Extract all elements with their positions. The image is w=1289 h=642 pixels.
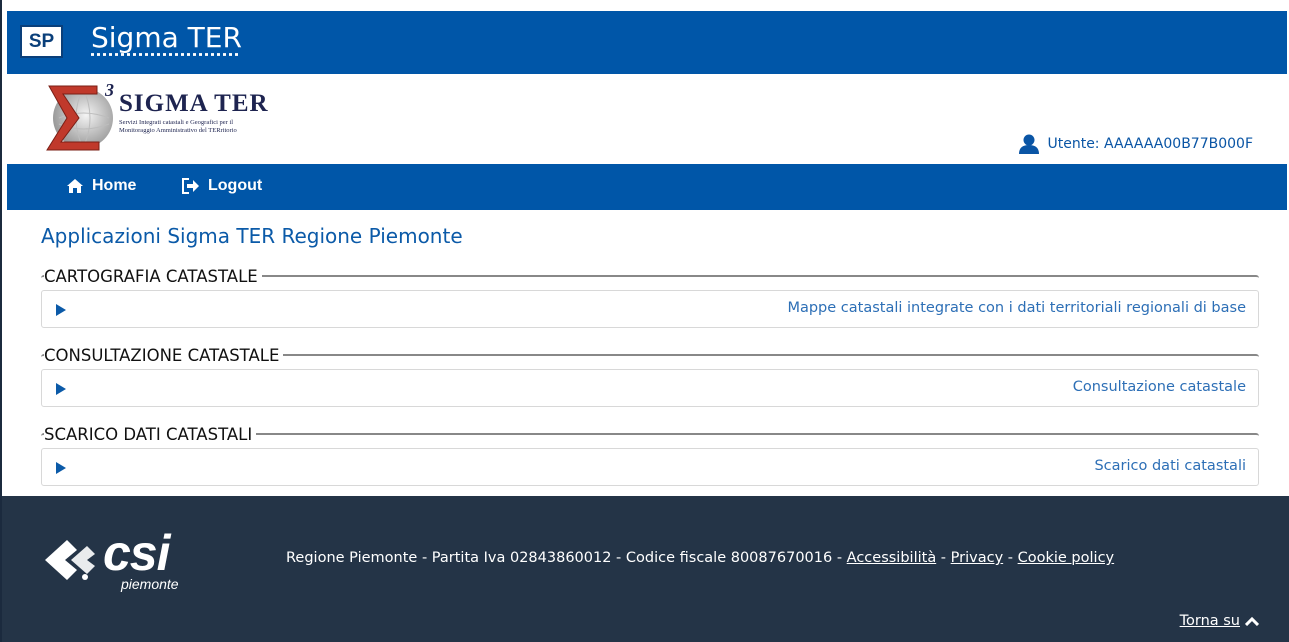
expand-arrow-icon[interactable]: [56, 383, 66, 395]
footer: csi piemonte Regione Piemonte - Partita …: [2, 496, 1289, 642]
section-title: CARTOGRAFIA CATASTALE: [44, 267, 262, 286]
back-to-top-link[interactable]: Torna su: [1180, 613, 1259, 629]
logo-band: 3 SIGMA TER Servizi Integrati catastali …: [7, 74, 1287, 161]
footer-separator: -: [1003, 550, 1018, 566]
section-row-scarico[interactable]: Scarico dati catastali: [41, 448, 1259, 486]
section-row-consultazione[interactable]: Consultazione catastale: [41, 369, 1259, 407]
section-cartografia: CARTOGRAFIA CATASTALE Mappe catastali in…: [41, 266, 1259, 328]
sigma-ter-logo: 3 SIGMA TER Servizi Integrati catastali …: [39, 80, 299, 154]
section-row-cartografia[interactable]: Mappe catastali integrate con i dati ter…: [41, 290, 1259, 328]
footer-separator: -: [936, 550, 951, 566]
footer-company-info: Regione Piemonte - Partita Iva 028438600…: [286, 550, 847, 566]
nav-home-label: Home: [92, 177, 137, 194]
nav-logout-label: Logout: [208, 177, 263, 194]
csi-mark-icon: [45, 540, 95, 580]
top-header: SP Sigma TER: [7, 11, 1287, 74]
section-consultazione: CONSULTAZIONE CATASTALE Consultazione ca…: [41, 345, 1259, 407]
section-link[interactable]: Mappe catastali integrate con i dati ter…: [787, 300, 1246, 316]
expand-arrow-icon[interactable]: [56, 462, 66, 474]
csi-logo-text: csi: [103, 525, 171, 581]
nav-logout[interactable]: Logout: [182, 177, 262, 195]
expand-arrow-icon[interactable]: [56, 304, 66, 316]
app-title[interactable]: Sigma TER: [91, 21, 242, 54]
section-header: CONSULTAZIONE CATASTALE: [41, 345, 1259, 369]
user-icon: [1019, 134, 1040, 154]
sigma-exponent: 3: [105, 80, 114, 100]
nav-home[interactable]: Home: [66, 177, 136, 195]
privacy-link[interactable]: Privacy: [951, 550, 1004, 566]
user-info[interactable]: Utente: AAAAAA00B77B000F: [1018, 134, 1253, 154]
section-title: SCARICO DATI CATASTALI: [44, 425, 257, 444]
chevron-up-icon: [1245, 616, 1259, 626]
user-label: Utente: AAAAAA00B77B000F: [1047, 136, 1253, 152]
page-title: Applicazioni Sigma TER Regione Piemonte: [41, 224, 463, 248]
section-header: SCARICO DATI CATASTALI: [41, 424, 1259, 448]
nav-bar: Home Logout: [7, 164, 1287, 210]
back-to-top-label: Torna su: [1179, 613, 1240, 629]
csi-logo-subtext: piemonte: [121, 576, 179, 592]
footer-info: Regione Piemonte - Partita Iva 028438600…: [286, 550, 1114, 566]
logout-icon: [182, 178, 199, 194]
section-link[interactable]: Consultazione catastale: [1073, 379, 1246, 395]
section-title: CONSULTAZIONE CATASTALE: [44, 346, 284, 365]
section-header: CARTOGRAFIA CATASTALE: [41, 266, 1259, 290]
sigma-tagline-2: Monitoraggio Amministrativo del TERritor…: [119, 127, 237, 134]
csi-piemonte-logo[interactable]: csi piemonte: [41, 525, 241, 594]
sp-logo[interactable]: SP: [20, 25, 63, 58]
sigma-tagline-1: Servizi Integrati catastali e Geografici…: [119, 119, 234, 126]
sigma-ter-name: SIGMA TER: [119, 90, 269, 117]
section-link[interactable]: Scarico dati catastali: [1094, 458, 1246, 474]
home-icon: [67, 179, 83, 193]
cookie-policy-link[interactable]: Cookie policy: [1018, 550, 1115, 566]
accessibility-link[interactable]: Accessibilità: [847, 550, 937, 566]
section-scarico: SCARICO DATI CATASTALI Scarico dati cata…: [41, 424, 1259, 486]
